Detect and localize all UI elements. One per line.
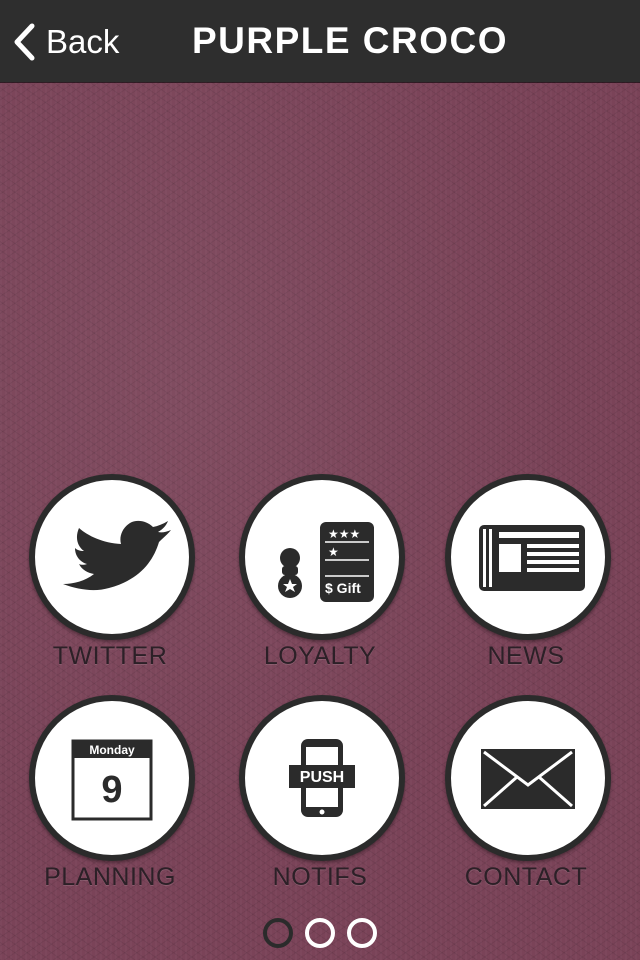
calendar-icon: Monday 9	[71, 739, 153, 821]
loyalty-card-icon: ★★★ ★ $ Gift	[278, 522, 374, 602]
tile-label-twitter: TWITTER	[52, 642, 168, 670]
tile-circle: PUSH	[239, 695, 405, 861]
tile-planning[interactable]: Monday 9 PLANNING	[6, 695, 214, 905]
svg-text:★★★: ★★★	[328, 527, 360, 541]
loyalty-card-text: $ Gift	[325, 580, 361, 596]
tile-circle	[29, 474, 195, 640]
svg-text:★: ★	[328, 545, 339, 559]
tile-news[interactable]: NEWS	[422, 474, 630, 684]
tile-circle	[445, 474, 611, 640]
tile-notifs[interactable]: PUSH NOTIFS	[216, 695, 424, 905]
back-button[interactable]: Back	[10, 18, 119, 66]
tile-twitter[interactable]: TWITTER	[6, 474, 214, 684]
tile-label-planning: PLANNING	[44, 863, 176, 891]
tile-label-news: NEWS	[487, 642, 565, 670]
tile-circle: Monday 9	[29, 695, 195, 861]
tile-loyalty[interactable]: ★★★ ★ $ Gift LOYALTY	[216, 474, 424, 684]
page-title: PURPLE CROCO	[191, 20, 509, 61]
back-label: Back	[46, 23, 120, 60]
calendar-date: 9	[101, 769, 122, 811]
page-dot-3[interactable]	[347, 918, 377, 948]
tile-circle	[445, 695, 611, 861]
calendar-day: Monday	[89, 743, 135, 757]
page-dot-2[interactable]	[305, 918, 335, 948]
push-label: PUSH	[300, 769, 344, 786]
tile-label-contact: CONTACT	[464, 863, 588, 891]
tile-contact[interactable]: CONTACT	[422, 695, 630, 905]
push-phone-icon: PUSH	[289, 739, 355, 817]
tile-circle: ★★★ ★ $ Gift	[239, 474, 405, 640]
chevron-left-icon	[14, 23, 35, 61]
tile-label-notifs: NOTIFS	[272, 863, 368, 891]
twitter-bird-icon	[63, 520, 171, 591]
newspaper-icon	[479, 525, 585, 591]
envelope-icon	[481, 749, 575, 809]
tile-label-loyalty: LOYALTY	[263, 642, 377, 670]
navigation-bar: Back PURPLE CROCO	[0, 0, 640, 82]
page-dot-1[interactable]	[263, 918, 293, 948]
page-indicator	[0, 918, 640, 950]
